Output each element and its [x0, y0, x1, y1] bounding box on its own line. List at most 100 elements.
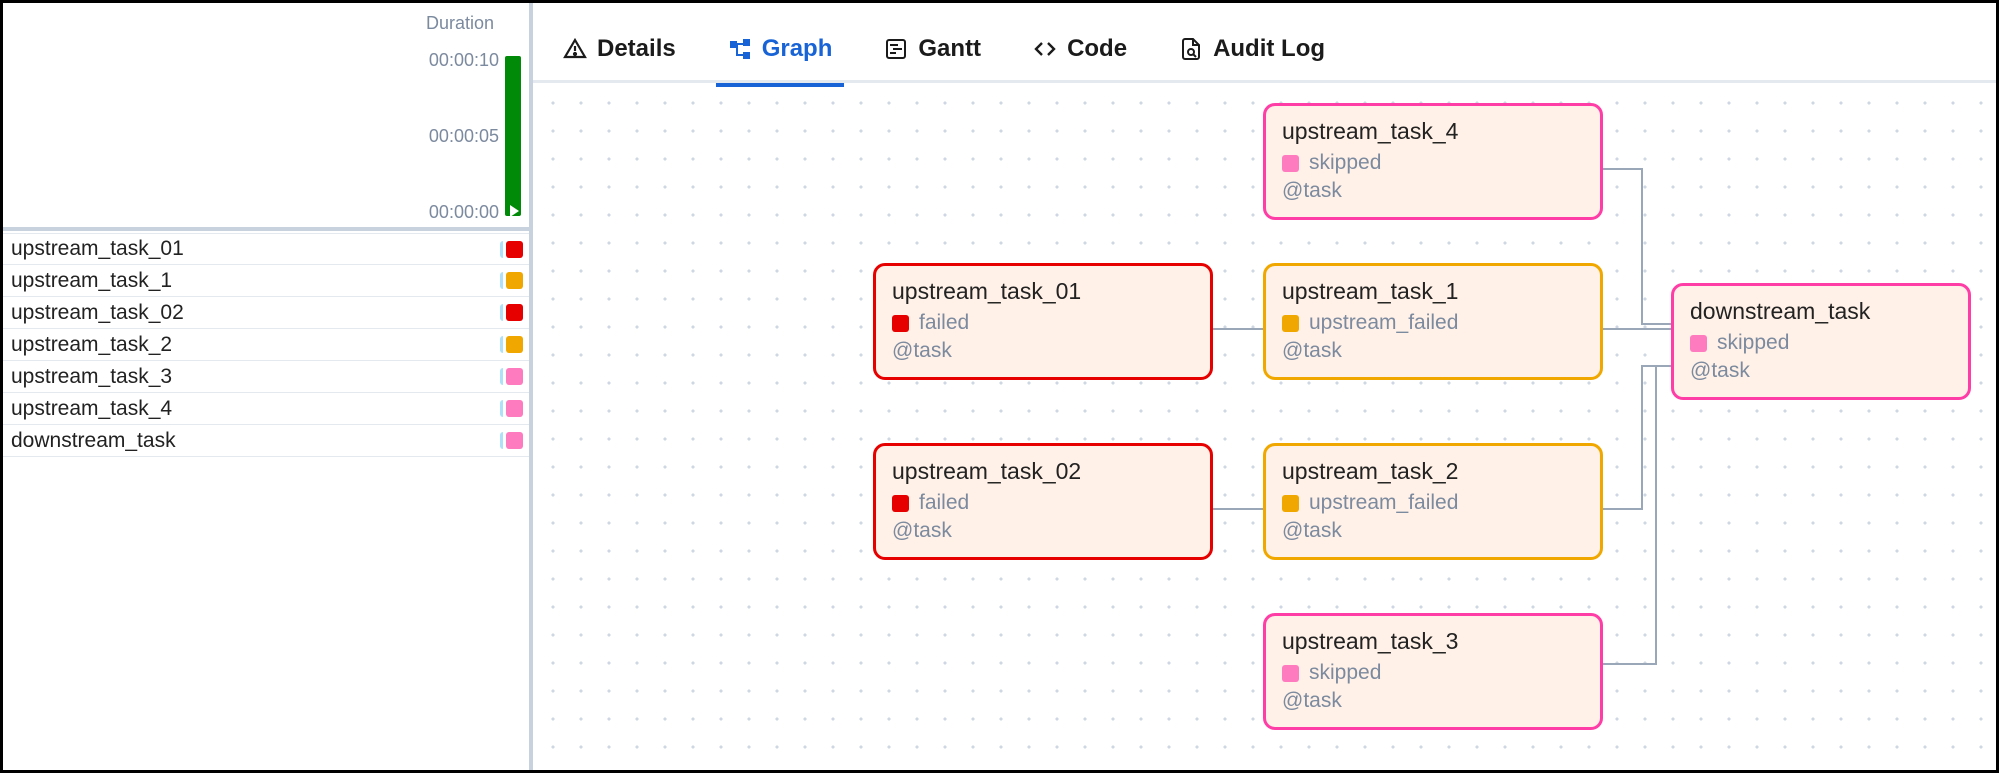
task-row[interactable]: upstream_task_02 — [3, 297, 529, 329]
status-icon — [892, 315, 909, 332]
node-operator: @task — [1282, 519, 1584, 543]
tab-label: Details — [597, 35, 676, 63]
graph-node-upstream-task-4[interactable]: upstream_task_4 skipped @task — [1263, 103, 1603, 220]
task-row[interactable]: upstream_task_3 — [3, 361, 529, 393]
status-icon — [892, 495, 909, 512]
node-title: upstream_task_2 — [1282, 458, 1584, 485]
tick-label: 00:00:10 — [429, 50, 499, 71]
graph-edge — [1655, 365, 1657, 665]
status-chip[interactable] — [500, 241, 517, 258]
status-icon — [506, 368, 523, 385]
status-icon — [506, 400, 523, 417]
graph-node-downstream-task[interactable]: downstream_task skipped @task — [1671, 283, 1971, 400]
tab-label: Gantt — [918, 35, 981, 63]
duration-timeline: 00:00:10 00:00:05 00:00:00 — [399, 38, 529, 223]
audit-log-icon — [1179, 37, 1203, 61]
node-operator: @task — [1282, 339, 1584, 363]
node-title: upstream_task_3 — [1282, 628, 1584, 655]
graph-edge — [1641, 168, 1643, 323]
graph-node-upstream-task-02[interactable]: upstream_task_02 failed @task — [873, 443, 1213, 560]
status-icon — [1282, 315, 1299, 332]
task-name: upstream_task_4 — [11, 397, 172, 421]
node-title: downstream_task — [1690, 298, 1952, 325]
code-icon — [1033, 37, 1057, 61]
tick-label: 00:00:00 — [429, 202, 499, 223]
sidebar-divider — [3, 227, 529, 231]
main-panel: Details Graph Gantt Code Audit Log — [533, 3, 1996, 770]
node-operator: @task — [1282, 179, 1584, 203]
status-chip[interactable] — [500, 368, 517, 385]
status-icon — [1690, 335, 1707, 352]
status-icon — [506, 272, 523, 289]
graph-edge — [1213, 508, 1263, 510]
node-status: skipped — [1690, 331, 1952, 355]
task-row[interactable]: upstream_task_01 — [3, 233, 529, 265]
node-status: skipped — [1282, 661, 1584, 685]
task-name: upstream_task_02 — [11, 301, 184, 325]
status-chip[interactable] — [500, 432, 517, 449]
node-operator: @task — [892, 519, 1194, 543]
node-status: failed — [892, 311, 1194, 335]
status-icon — [506, 432, 523, 449]
status-icon — [506, 304, 523, 321]
graph-edge — [1603, 663, 1657, 665]
node-status: upstream_failed — [1282, 311, 1584, 335]
task-name: upstream_task_01 — [11, 237, 184, 261]
graph-icon — [728, 37, 752, 61]
graph-edge — [1603, 328, 1671, 330]
tab-label: Audit Log — [1213, 35, 1325, 63]
node-operator: @task — [1690, 359, 1952, 383]
node-status: upstream_failed — [1282, 491, 1584, 515]
task-row[interactable]: downstream_task — [3, 425, 529, 457]
node-status: failed — [892, 491, 1194, 515]
node-operator: @task — [892, 339, 1194, 363]
tab-bar: Details Graph Gantt Code Audit Log — [533, 3, 1996, 83]
tab-gantt[interactable]: Gantt — [872, 29, 993, 83]
tab-label: Code — [1067, 35, 1127, 63]
task-name: upstream_task_3 — [11, 365, 172, 389]
status-icon — [1282, 155, 1299, 172]
graph-edge — [1603, 168, 1643, 170]
gantt-icon — [884, 37, 908, 61]
status-chip[interactable] — [500, 336, 517, 353]
task-name: upstream_task_2 — [11, 333, 172, 357]
node-title: upstream_task_4 — [1282, 118, 1584, 145]
node-operator: @task — [1282, 689, 1584, 713]
node-title: upstream_task_02 — [892, 458, 1194, 485]
tab-details[interactable]: Details — [551, 29, 688, 83]
task-name: upstream_task_1 — [11, 269, 172, 293]
graph-edge — [1603, 508, 1643, 510]
graph-edge — [1641, 323, 1671, 325]
play-icon — [510, 205, 519, 217]
grid-sidebar: Duration 00:00:10 00:00:05 00:00:00 upst… — [3, 3, 533, 770]
task-list: upstream_task_01 upstream_task_1 upstrea… — [3, 233, 529, 457]
task-row[interactable]: upstream_task_4 — [3, 393, 529, 425]
status-icon — [506, 336, 523, 353]
duration-header: Duration — [426, 13, 494, 34]
graph-node-upstream-task-2[interactable]: upstream_task_2 upstream_failed @task — [1263, 443, 1603, 560]
task-name: downstream_task — [11, 429, 176, 453]
graph-edge — [1655, 365, 1671, 367]
graph-node-upstream-task-01[interactable]: upstream_task_01 failed @task — [873, 263, 1213, 380]
status-icon — [506, 241, 523, 258]
tab-code[interactable]: Code — [1021, 29, 1139, 83]
graph-canvas[interactable]: upstream_task_4 skipped @task upstream_t… — [533, 83, 1996, 770]
graph-edge — [1641, 365, 1643, 510]
tab-audit-log[interactable]: Audit Log — [1167, 29, 1337, 83]
node-status: skipped — [1282, 151, 1584, 175]
tick-label: 00:00:05 — [429, 126, 499, 147]
status-chip[interactable] — [500, 400, 517, 417]
tab-graph[interactable]: Graph — [716, 29, 845, 87]
node-title: upstream_task_1 — [1282, 278, 1584, 305]
task-row[interactable]: upstream_task_1 — [3, 265, 529, 297]
graph-edge — [1213, 328, 1263, 330]
task-row[interactable]: upstream_task_2 — [3, 329, 529, 361]
warning-triangle-icon — [563, 37, 587, 61]
tab-label: Graph — [762, 35, 833, 63]
run-duration-bar[interactable] — [505, 56, 521, 216]
graph-node-upstream-task-3[interactable]: upstream_task_3 skipped @task — [1263, 613, 1603, 730]
graph-node-upstream-task-1[interactable]: upstream_task_1 upstream_failed @task — [1263, 263, 1603, 380]
status-chip[interactable] — [500, 304, 517, 321]
status-chip[interactable] — [500, 272, 517, 289]
status-icon — [1282, 495, 1299, 512]
